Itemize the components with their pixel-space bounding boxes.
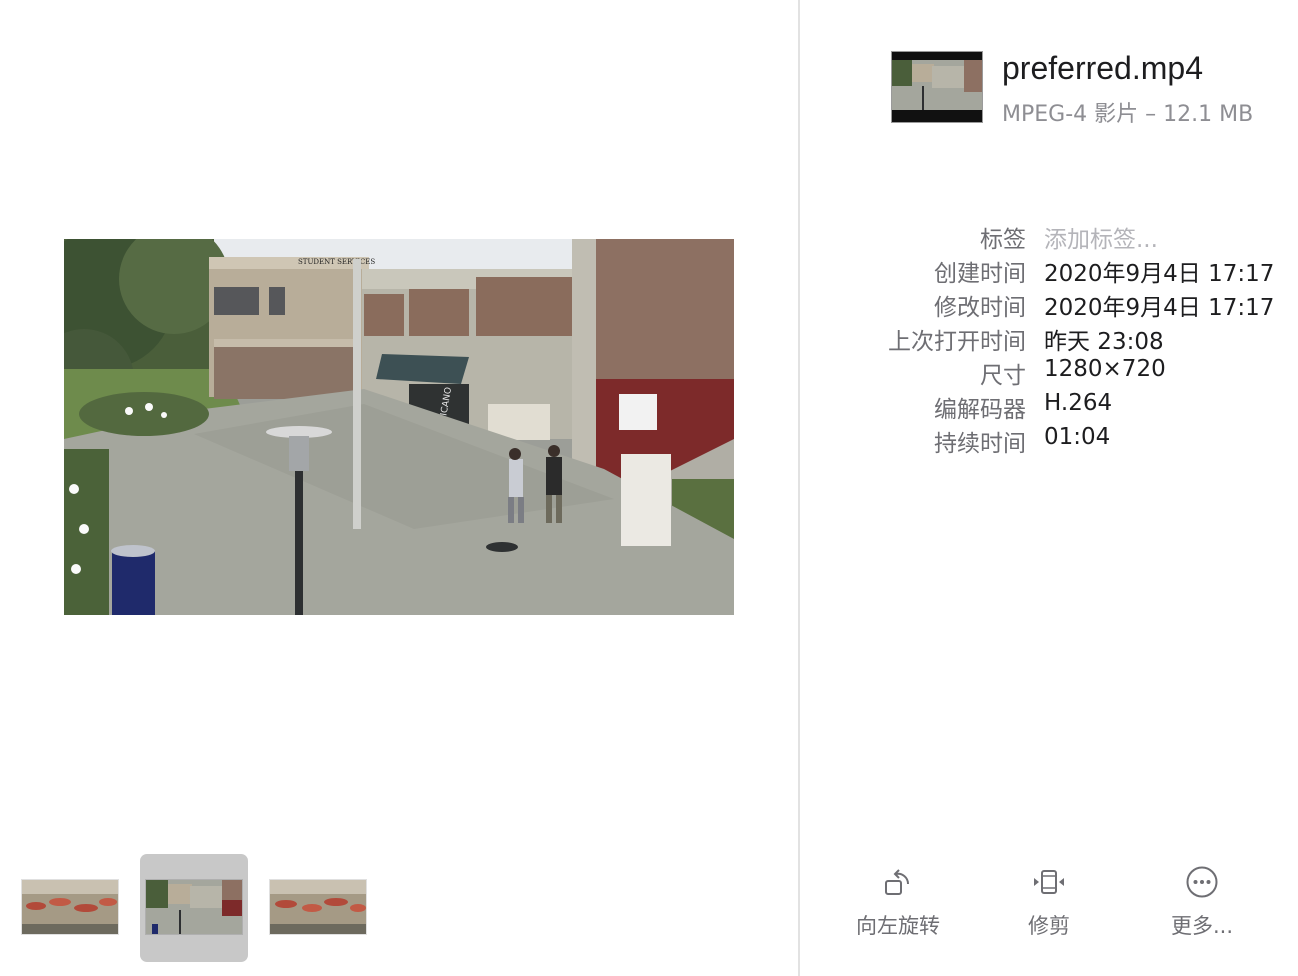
metadata-row-created: 创建时间 2020年9月4日 17:17: [840, 254, 1290, 288]
campus-scene-image: STUDENT SERVICES CHICANO: [64, 239, 734, 615]
rotate-left-label: 向左旋转: [856, 914, 940, 938]
metadata-value: H.264: [1044, 390, 1113, 416]
metadata-value: 1280×720: [1044, 356, 1166, 382]
metadata-row-last-opened: 上次打开时间 昨天 23:08: [840, 322, 1290, 356]
video-file-icon: [892, 52, 982, 122]
metadata-key: 上次打开时间: [888, 329, 1026, 355]
metadata-key: 编解码器: [934, 397, 1026, 423]
more-button[interactable]: 更多...: [1142, 860, 1262, 940]
metadata-row-dimensions: 尺寸 1280×720: [840, 356, 1290, 390]
outdoor-cafe-thumbnail: [22, 880, 118, 934]
action-bar: 向左旋转 修剪 更多...: [800, 860, 1298, 970]
metadata-value: 昨天 23:08: [1044, 329, 1164, 355]
metadata-key: 持续时间: [934, 431, 1026, 457]
trim-button[interactable]: 修剪: [989, 860, 1109, 940]
metadata-value: 01:04: [1044, 424, 1111, 450]
metadata-list: 标签 添加标签... 创建时间 2020年9月4日 17:17 修改时间 202…: [840, 220, 1290, 458]
trim-label: 修剪: [1028, 914, 1070, 938]
building-sign-text: STUDENT SERVICES: [298, 258, 375, 266]
thumbnail-1[interactable]: [22, 880, 118, 934]
video-preview[interactable]: STUDENT SERVICES CHICANO: [64, 239, 734, 615]
thumbnail-strip: [0, 852, 798, 964]
thumbnail-3[interactable]: [270, 880, 366, 934]
metadata-key: 尺寸: [980, 363, 1026, 389]
more-icon: [1142, 860, 1262, 904]
metadata-value: 2020年9月4日 17:17: [1044, 295, 1275, 321]
metadata-row-tags: 标签 添加标签...: [840, 220, 1290, 254]
metadata-row-codec: 编解码器 H.264: [840, 390, 1290, 424]
metadata-key: 标签: [980, 227, 1026, 253]
metadata-key: 创建时间: [934, 261, 1026, 287]
metadata-key: 修改时间: [934, 295, 1026, 321]
rotate-left-button[interactable]: 向左旋转: [838, 860, 958, 940]
file-kind-size: MPEG-4 影片 – 12.1 MB: [1002, 102, 1254, 127]
outdoor-cafe-thumbnail: [270, 880, 366, 934]
thumbnail-2-selected[interactable]: [146, 880, 242, 934]
campus-plaza-thumbnail: [146, 880, 242, 934]
metadata-row-duration: 持续时间 01:04: [840, 424, 1290, 458]
trim-icon: [989, 860, 1109, 904]
rotate-left-icon: [838, 860, 958, 904]
file-name: preferred.mp4: [1002, 50, 1203, 86]
pane-divider: [798, 0, 800, 976]
tags-input[interactable]: 添加标签...: [1044, 220, 1158, 254]
more-label: 更多...: [1170, 914, 1234, 938]
metadata-row-modified: 修改时间 2020年9月4日 17:17: [840, 288, 1290, 322]
metadata-value: 2020年9月4日 17:17: [1044, 261, 1275, 287]
